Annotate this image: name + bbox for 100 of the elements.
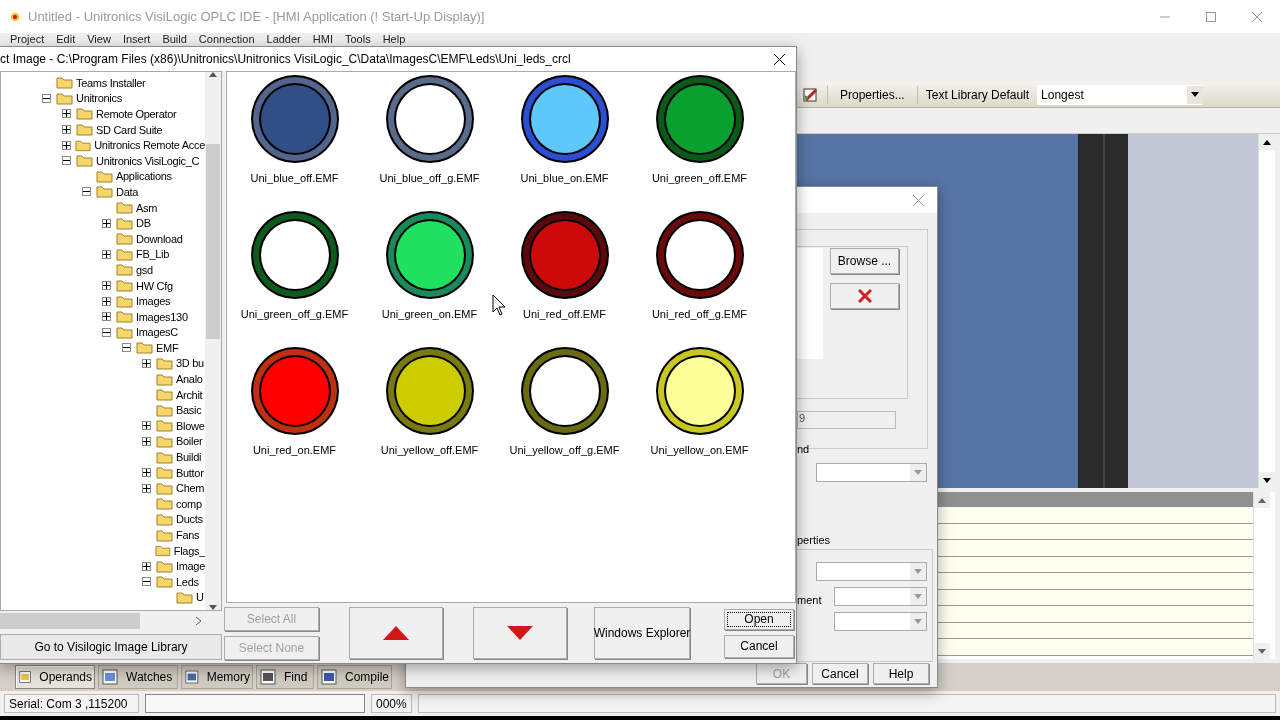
led-image[interactable] <box>385 347 474 435</box>
panel-tab[interactable]: Operands <box>15 665 95 689</box>
menu-item[interactable]: Help <box>376 33 412 45</box>
text-field[interactable]: 9 <box>797 411 896 429</box>
led-image[interactable] <box>655 347 744 435</box>
tree-item[interactable]: ImagesC <box>1 324 205 341</box>
tree-item[interactable]: gsd <box>1 262 205 278</box>
tree-item[interactable]: Data <box>1 184 205 200</box>
expand-icon[interactable] <box>62 140 71 150</box>
scrollbar[interactable] <box>205 72 221 610</box>
expand-icon[interactable] <box>102 312 111 322</box>
menu-item[interactable]: Ladder <box>260 33 307 45</box>
tree-item[interactable]: Leds <box>1 574 205 590</box>
expand-icon[interactable] <box>142 561 151 571</box>
led-image[interactable] <box>655 75 744 163</box>
tree-item[interactable]: SD Card Suite <box>1 121 205 138</box>
tree-item[interactable]: FB_Lib <box>1 246 205 263</box>
image-library-button[interactable]: Go to Visilogic Image Library <box>0 634 222 660</box>
tree-item[interactable]: Unitronics Remote Acce <box>1 137 205 153</box>
expand-icon[interactable] <box>142 436 151 446</box>
tree-item[interactable]: comp <box>1 496 205 512</box>
menu-item[interactable]: HMI <box>306 33 339 45</box>
expand-icon[interactable] <box>142 359 151 368</box>
collapse-icon[interactable] <box>42 93 51 103</box>
menu-item[interactable]: Connection <box>192 33 261 45</box>
menu-item[interactable]: Project <box>4 33 51 45</box>
tree-item[interactable]: Unitronics VisiLogic_C <box>1 152 205 169</box>
tree-item[interactable]: Images <box>1 293 205 309</box>
tree-item[interactable]: Remote Operator <box>1 106 205 122</box>
expand-icon[interactable] <box>62 125 71 135</box>
menu-item[interactable]: Tools <box>338 33 377 45</box>
tree-item[interactable]: Applications <box>1 168 205 185</box>
expand-icon[interactable] <box>142 468 151 478</box>
scroll-thumb[interactable] <box>0 613 140 629</box>
led-image[interactable] <box>520 347 609 435</box>
menu-item[interactable]: Edit <box>50 33 82 45</box>
tree-item[interactable]: Fans <box>1 527 205 543</box>
tree-item[interactable]: Images130 <box>1 308 205 325</box>
expand-icon[interactable] <box>62 109 71 119</box>
menu-item[interactable]: View <box>81 33 117 45</box>
expand-icon[interactable] <box>102 296 111 306</box>
tree-item[interactable]: DB <box>1 215 205 231</box>
panel-tab[interactable]: Compile <box>317 665 392 689</box>
expand-icon[interactable] <box>142 421 151 431</box>
led-image[interactable] <box>520 211 609 299</box>
tree-item[interactable]: Basic <box>1 402 205 419</box>
expand-icon[interactable] <box>142 483 151 493</box>
menu-item[interactable]: Build <box>156 33 193 45</box>
move-down-button[interactable] <box>473 607 567 659</box>
tree-item[interactable]: Asm <box>1 199 205 216</box>
text-library-dropdown[interactable]: Longest <box>1037 84 1204 105</box>
tree-item[interactable]: Image <box>1 558 205 574</box>
collapse-icon[interactable] <box>122 343 131 353</box>
tree-item[interactable]: Unitronics <box>1 90 205 107</box>
led-image[interactable] <box>385 75 474 163</box>
tree-item[interactable]: Archit <box>1 386 205 403</box>
tree-item[interactable]: Flags_ <box>1 542 205 559</box>
expand-icon[interactable] <box>102 218 111 228</box>
expand-icon[interactable] <box>102 249 111 259</box>
tree-item[interactable]: Buildi <box>1 449 205 465</box>
led-image[interactable] <box>250 75 339 163</box>
dialog-button[interactable]: Cancel <box>812 663 868 684</box>
tree-item[interactable]: Teams Installer <box>1 75 205 91</box>
tab-icon <box>260 669 276 685</box>
tree-item[interactable]: Download <box>1 230 205 247</box>
move-up-button[interactable] <box>349 607 443 659</box>
tree-item[interactable]: EMF <box>1 340 205 356</box>
delete-button[interactable] <box>830 283 899 309</box>
led-image[interactable] <box>250 211 339 299</box>
led-image[interactable] <box>520 75 609 163</box>
expand-icon[interactable] <box>102 281 111 290</box>
tree-item[interactable]: Buttor <box>1 464 205 481</box>
properties-button[interactable]: Properties... <box>836 85 909 104</box>
collapse-icon[interactable] <box>102 327 111 337</box>
led-image[interactable] <box>250 347 339 435</box>
tree-item[interactable]: Boiler <box>1 433 205 450</box>
led-image[interactable] <box>655 211 744 299</box>
tree-item[interactable]: HW Cfg <box>1 277 205 294</box>
tree-item[interactable]: Ducts <box>1 511 205 528</box>
led-image[interactable] <box>385 211 474 299</box>
scroll-arrow-button[interactable] <box>1259 134 1275 150</box>
tree-item[interactable]: U <box>1 589 205 606</box>
browse-button[interactable]: Browse ... <box>830 248 899 274</box>
dialog-button[interactable]: Help <box>873 663 929 684</box>
tree-item[interactable]: Blowe <box>1 418 205 434</box>
panel-tab[interactable]: Memory <box>181 665 253 689</box>
edit-icon[interactable] <box>803 86 819 103</box>
menu-item[interactable]: Insert <box>116 33 157 45</box>
cancel-button[interactable]: Cancel <box>724 634 794 658</box>
windows-explorer-button[interactable]: Windows Explorer <box>594 607 690 659</box>
scrollbar[interactable] <box>1258 134 1275 488</box>
tree-item[interactable]: 3D bu <box>1 355 205 372</box>
collapse-icon[interactable] <box>82 187 91 197</box>
collapse-icon[interactable] <box>142 577 151 587</box>
tree-item[interactable]: Analo <box>1 371 205 387</box>
open-button[interactable]: Open <box>724 608 794 630</box>
panel-tab[interactable]: Find <box>256 665 314 689</box>
collapse-icon[interactable] <box>62 156 71 166</box>
tree-item[interactable]: Chem <box>1 480 205 497</box>
panel-tab[interactable]: Watches <box>98 665 178 689</box>
